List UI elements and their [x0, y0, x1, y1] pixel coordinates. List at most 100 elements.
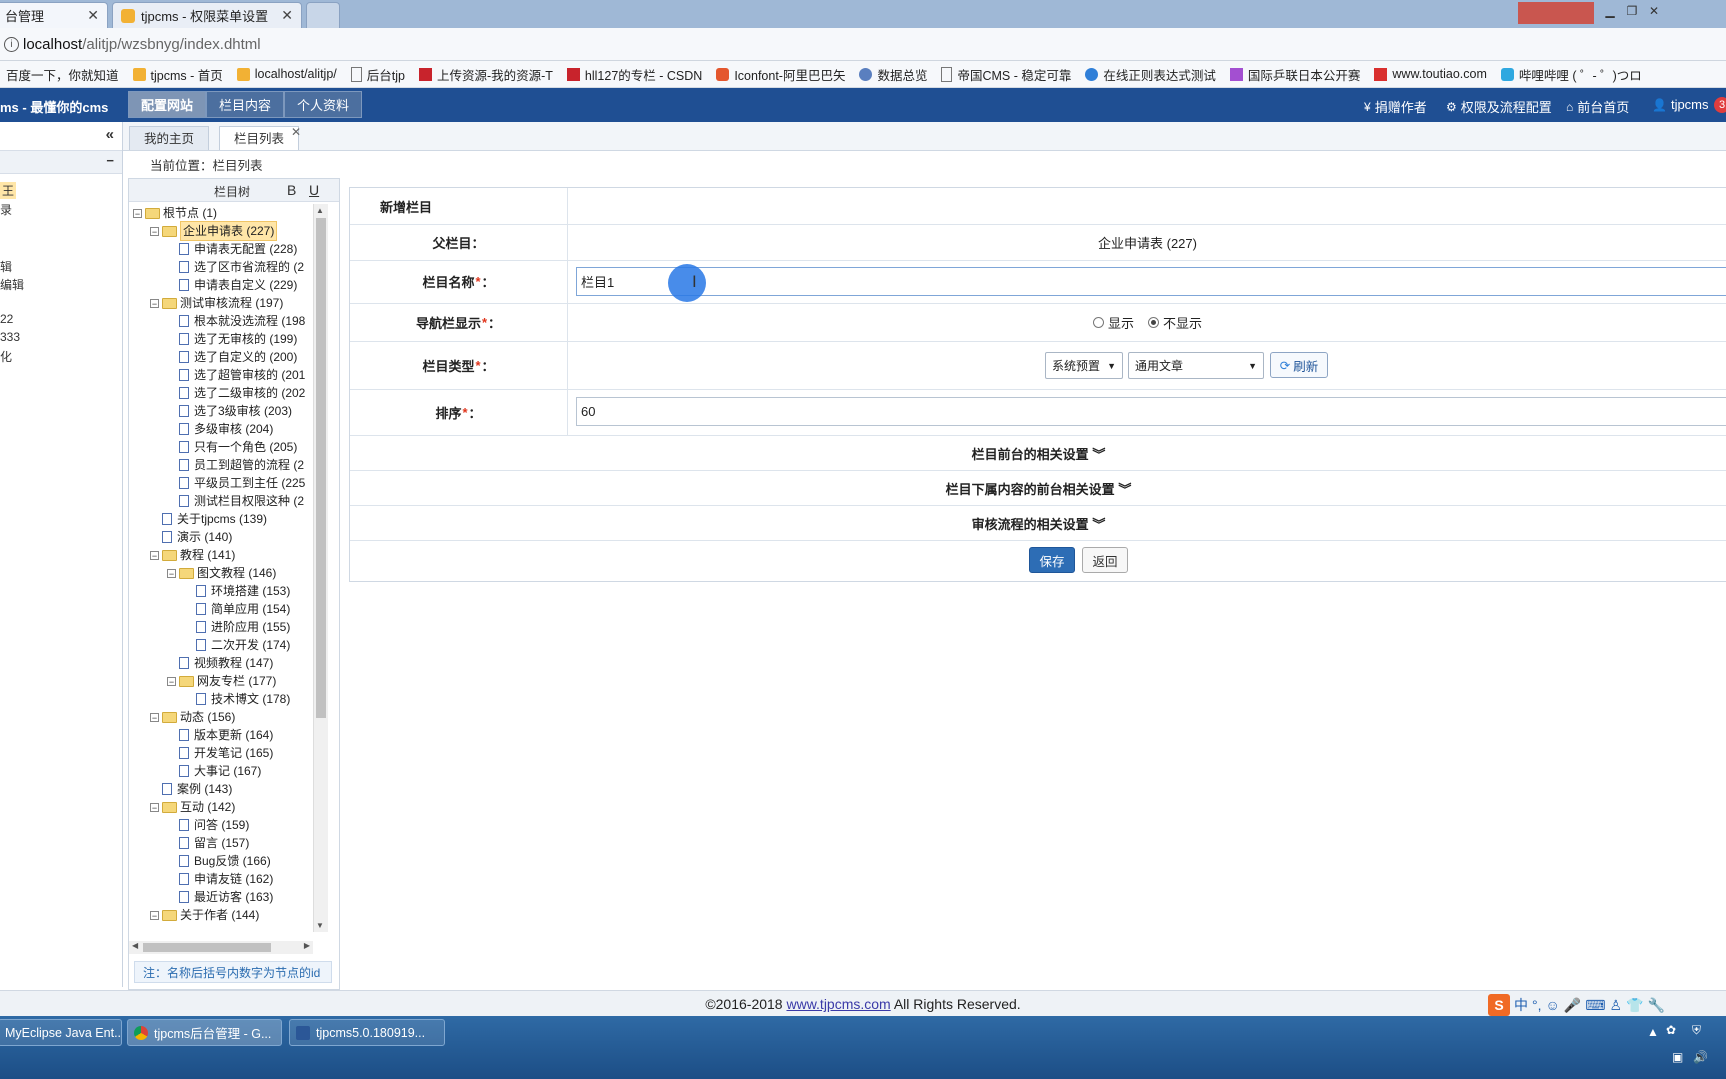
tree-node[interactable]: − 教程 (141): [150, 546, 235, 564]
tree-vertical-scrollbar[interactable]: ▲ ▼: [313, 204, 328, 932]
sidebar-item[interactable]: 编辑: [0, 276, 24, 293]
order-input[interactable]: 60: [576, 397, 1726, 426]
bookmark-item[interactable]: 百度一下，你就知道: [0, 65, 119, 84]
bookmark-item[interactable]: 国际乒联日本公开赛: [1229, 65, 1360, 84]
tray-app-icon[interactable]: ✿: [1666, 1023, 1676, 1037]
minimize-icon[interactable]: ▁: [1602, 4, 1618, 18]
close-icon[interactable]: ✕: [291, 120, 301, 144]
refresh-button[interactable]: ⟳ 刷新: [1270, 352, 1328, 378]
tree-node[interactable]: 选了自定义的 (200): [167, 348, 297, 366]
tree-node[interactable]: − 网友专栏 (177): [167, 672, 276, 690]
emoji-icon[interactable]: ☺: [1546, 997, 1560, 1013]
tree-node[interactable]: 关于tjpcms (139): [150, 510, 267, 528]
sidebar-item[interactable]: 化: [0, 348, 12, 365]
tree-node[interactable]: 申请表自定义 (229): [167, 276, 297, 294]
nav-config-site[interactable]: 配置网站: [128, 91, 207, 118]
tree-node[interactable]: 开发笔记 (165): [167, 744, 273, 762]
type-category-select[interactable]: 系统预置 ▼: [1045, 352, 1123, 379]
sidebar-item[interactable]: 王: [0, 182, 17, 199]
tree-node[interactable]: 留言 (157): [167, 834, 249, 852]
url-text[interactable]: localhost/alitjp/wzsbnyg/index.dhtml: [23, 36, 261, 53]
sidebar-item[interactable]: 录: [0, 201, 12, 218]
tree-node[interactable]: 问答 (159): [167, 816, 249, 834]
bookmark-item[interactable]: 哔哩哔哩 ( ゜- ゜)つロ: [1500, 65, 1642, 84]
tree-node[interactable]: − 互动 (142): [150, 798, 235, 816]
tree-toggle-icon[interactable]: −: [167, 568, 176, 578]
address-bar[interactable]: i localhost/alitjp/wzsbnyg/index.dhtml: [0, 28, 1726, 61]
restore-icon[interactable]: ❐: [1624, 4, 1640, 18]
tab-column-list[interactable]: 栏目列表 ✕: [219, 125, 301, 150]
tree-toggle-icon[interactable]: −: [150, 550, 159, 560]
tree-toggle-icon[interactable]: −: [150, 226, 159, 236]
tree-node[interactable]: 根本就没选流程 (198: [167, 312, 305, 330]
save-button[interactable]: 保存: [1029, 547, 1075, 573]
tree-toggle-icon[interactable]: −: [150, 802, 159, 812]
tree-toggle-icon[interactable]: −: [133, 208, 142, 218]
back-button[interactable]: 返回: [1082, 547, 1128, 573]
taskbar-myeclipse[interactable]: MyEclipse Java Ent...: [0, 1019, 122, 1046]
punctuation-icon[interactable]: °,: [1532, 997, 1542, 1013]
tree-node[interactable]: 测试栏目权限这种 (2: [167, 492, 304, 510]
workflow-settings-row[interactable]: 审核流程的相关设置 ︾: [350, 505, 1726, 541]
tree-toggle-icon[interactable]: −: [150, 910, 159, 920]
tree-node[interactable]: 进阶应用 (155): [184, 618, 290, 636]
site-link[interactable]: www.tjpcms.com: [786, 996, 890, 1012]
tree-node[interactable]: 平级员工到主任 (225: [167, 474, 305, 492]
tree-node[interactable]: 演示 (140): [150, 528, 232, 546]
bookmark-item[interactable]: 后台tjp: [350, 65, 405, 84]
bookmark-item[interactable]: Iconfont-阿里巴巴矢: [716, 65, 845, 84]
microphone-icon[interactable]: 🎤: [1564, 997, 1581, 1014]
close-icon[interactable]: ✕: [87, 7, 99, 24]
close-window-icon[interactable]: ✕: [1646, 4, 1662, 18]
scroll-left-icon[interactable]: ◀: [132, 941, 138, 950]
tree-node[interactable]: 选了超管审核的 (201: [167, 366, 305, 384]
front-settings-toggle[interactable]: 栏目前台的相关设置 ︾: [350, 444, 1726, 463]
ime-mode[interactable]: 中: [1514, 995, 1528, 1015]
user-link[interactable]: 👤 tjpcms: [1652, 97, 1709, 112]
nav-column-content[interactable]: 栏目内容: [206, 91, 285, 118]
user-icon[interactable]: ♙: [1609, 997, 1622, 1014]
tree-node[interactable]: 选了无审核的 (199): [167, 330, 297, 348]
radio-hide[interactable]: [1148, 316, 1159, 328]
tree-horizontal-scrollbar[interactable]: ◀ ▶: [129, 941, 313, 954]
tree-node[interactable]: 简单应用 (154): [184, 600, 290, 618]
shield-icon[interactable]: ⛨: [1692, 1023, 1701, 1038]
tree-node[interactable]: 只有一个角色 (205): [167, 438, 297, 456]
nav-profile[interactable]: 个人资料: [284, 91, 363, 118]
tree-node[interactable]: 员工到超管的流程 (2: [167, 456, 304, 474]
radio-show[interactable]: [1092, 316, 1104, 328]
tree-node[interactable]: 申请表无配置 (228): [167, 240, 297, 258]
collapse-sidebar-icon[interactable]: «: [106, 126, 114, 143]
tree-node[interactable]: 技术博文 (178): [184, 690, 290, 708]
close-icon[interactable]: ✕: [281, 7, 293, 24]
workflow-settings-toggle[interactable]: 审核流程的相关设置 ︾: [350, 514, 1726, 533]
browser-tab-admin[interactable]: 台管理 ✕: [0, 2, 108, 28]
type-template-select[interactable]: 通用文章 ▼: [1128, 352, 1264, 379]
tree-node[interactable]: 二次开发 (174): [184, 636, 290, 654]
sidebar-item[interactable]: 333: [0, 330, 20, 344]
scroll-down-icon[interactable]: ▼: [316, 921, 324, 930]
tree-node[interactable]: − 图文教程 (146): [167, 564, 276, 582]
tree-toggle-icon[interactable]: −: [150, 298, 159, 308]
scroll-thumb[interactable]: [143, 943, 271, 952]
scroll-thumb[interactable]: [316, 218, 326, 718]
tree-node[interactable]: Bug反馈 (166): [167, 852, 271, 870]
tree-node[interactable]: 案例 (143): [150, 780, 232, 798]
tree-node[interactable]: − 动态 (156): [150, 708, 235, 726]
sogou-logo-icon[interactable]: S: [1488, 994, 1510, 1016]
browser-tab-permission[interactable]: tjpcms - 权限菜单设置 ✕: [112, 2, 302, 28]
new-tab-button[interactable]: [306, 2, 340, 28]
tree-node[interactable]: − 企业申请表 (227): [150, 221, 278, 241]
column-name-input[interactable]: 栏目1: [576, 267, 1726, 296]
taskbar-chrome[interactable]: tjpcms后台管理 - G...: [127, 1019, 282, 1046]
scroll-right-icon[interactable]: ▶: [304, 941, 310, 950]
sidebar-item[interactable]: 辑: [0, 258, 12, 275]
front-home-link[interactable]: ⌂ 前台首页: [1566, 97, 1629, 116]
bookmark-item[interactable]: localhost/alitjp/: [236, 67, 337, 81]
tree-node[interactable]: 选了二级审核的 (202: [167, 384, 305, 402]
content-front-settings-toggle[interactable]: 栏目下属内容的前台相关设置 ︾: [350, 479, 1726, 498]
bold-button[interactable]: B: [287, 182, 296, 198]
tree-node[interactable]: 版本更新 (164): [167, 726, 273, 744]
underline-button[interactable]: U: [309, 182, 319, 198]
front-settings-row[interactable]: 栏目前台的相关设置 ︾: [350, 435, 1726, 471]
